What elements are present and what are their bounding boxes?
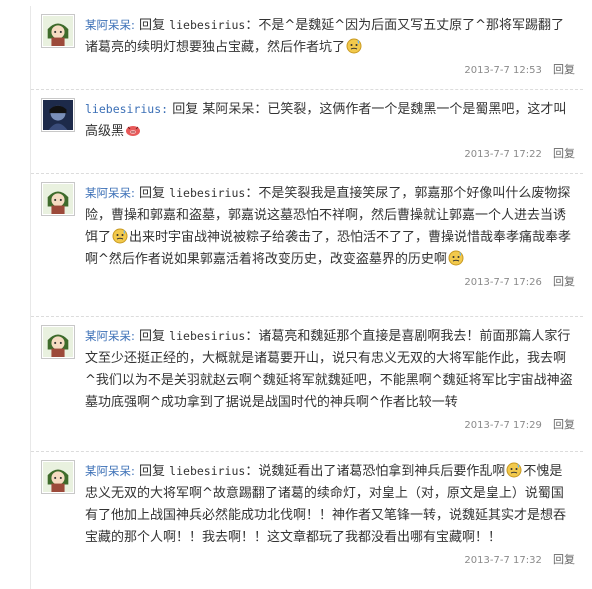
reply-button[interactable]: 回复 — [553, 275, 575, 288]
reply-button[interactable]: 回复 — [553, 63, 575, 76]
comment-meta: 2013-7-7 17:22 回复 — [85, 145, 575, 163]
avatar[interactable] — [41, 98, 75, 132]
avatar[interactable] — [41, 460, 75, 494]
comment-body: 某阿呆呆: 回复 liebesirius：不是^是魏延^因为后面又写五丈原了^那… — [85, 14, 575, 59]
comment-author[interactable]: 某阿呆呆: — [85, 464, 135, 478]
comment-item: liebesirius: 回复 某阿呆呆：已笑裂，这俩作者一个是魏黑一个是蜀黑吧… — [31, 90, 583, 174]
comment-item: 某阿呆呆: 回复 liebesirius：诸葛亮和魏延那个直接是喜剧啊我去！前面… — [31, 317, 583, 452]
reply-to-user[interactable]: liebesirius — [169, 186, 245, 200]
comment-body: liebesirius: 回复 某阿呆呆：已笑裂，这俩作者一个是魏黑一个是蜀黑吧… — [85, 98, 575, 143]
reply-to-user[interactable]: liebesirius — [169, 329, 245, 343]
avatar-anime-icon — [43, 184, 73, 214]
avatar[interactable] — [41, 182, 75, 216]
sweat-face-icon — [506, 462, 522, 478]
comment-author[interactable]: liebesirius: — [85, 102, 168, 116]
comment-item: 某阿呆呆: 回复 liebesirius：不是^是魏延^因为后面又写五丈原了^那… — [31, 6, 583, 90]
avatar[interactable] — [41, 14, 75, 48]
comment-author[interactable]: 某阿呆呆: — [85, 18, 135, 32]
pig-face-icon — [125, 122, 141, 138]
comment-date: 2013-7-7 17:29 — [464, 420, 542, 431]
comment-author[interactable]: 某阿呆呆: — [85, 186, 135, 200]
comment-meta: 2013-7-7 17:32 回复 — [85, 551, 575, 569]
reply-prefix: 回复 — [139, 464, 166, 479]
sweat-face-icon — [448, 250, 464, 266]
avatar-anime-icon — [43, 462, 73, 492]
avatar[interactable] — [41, 325, 75, 359]
reply-to-user[interactable]: 某阿呆呆 — [202, 102, 254, 117]
comment-author[interactable]: 某阿呆呆: — [85, 329, 135, 343]
comment-item: 某阿呆呆: 回复 liebesirius：说魏延看出了诸葛恐怕拿到神兵后要作乱啊… — [31, 452, 583, 587]
comment-text: ：说魏延看出了诸葛恐怕拿到神兵后要作乱啊 — [245, 464, 506, 479]
comment-meta: 2013-7-7 12:53 回复 — [85, 61, 575, 79]
reply-to-user[interactable]: liebesirius — [169, 18, 245, 32]
reply-button[interactable]: 回复 — [553, 147, 575, 160]
comment-meta: 2013-7-7 17:26 回复 — [85, 273, 575, 291]
sweat-face-icon — [112, 228, 128, 244]
page: 某阿呆呆: 回复 liebesirius：不是^是魏延^因为后面又写五丈原了^那… — [0, 0, 592, 589]
comment-body: 某阿呆呆: 回复 liebesirius：不是笑裂我是直接笑尿了，郭嘉那个好像叫… — [85, 182, 575, 271]
reply-prefix: 回复 — [139, 18, 166, 33]
avatar-anime-icon — [43, 16, 73, 46]
reply-prefix: 回复 — [139, 329, 166, 344]
reply-button[interactable]: 回复 — [553, 553, 575, 566]
comment-date: 2013-7-7 12:53 — [464, 65, 542, 76]
avatar-dark-icon — [43, 100, 73, 130]
avatar-anime-icon — [43, 327, 73, 357]
comments-panel: 某阿呆呆: 回复 liebesirius：不是^是魏延^因为后面又写五丈原了^那… — [30, 6, 583, 589]
reply-button[interactable]: 回复 — [553, 418, 575, 431]
comment-date: 2013-7-7 17:22 — [464, 149, 542, 160]
comment-text: 出来时宇宙战神说被粽子给袭击了，恐怕活不了了，曹操说惜哉奉孝痛哉奉孝啊^然后作者… — [85, 230, 572, 267]
reply-to-user[interactable]: liebesirius — [169, 464, 245, 478]
comment-body: 某阿呆呆: 回复 liebesirius：诸葛亮和魏延那个直接是喜剧啊我去！前面… — [85, 325, 575, 414]
comment-date: 2013-7-7 17:32 — [464, 555, 542, 566]
reply-prefix: 回复 — [172, 102, 199, 117]
reply-prefix: 回复 — [139, 186, 166, 201]
comment-item: 某阿呆呆: 回复 liebesirius：不是笑裂我是直接笑尿了，郭嘉那个好像叫… — [31, 174, 583, 317]
comment-body: 某阿呆呆: 回复 liebesirius：说魏延看出了诸葛恐怕拿到神兵后要作乱啊… — [85, 460, 575, 549]
comment-date: 2013-7-7 17:26 — [464, 277, 542, 288]
comment-meta: 2013-7-7 17:29 回复 — [85, 416, 575, 434]
sweat-face-icon — [346, 38, 362, 54]
